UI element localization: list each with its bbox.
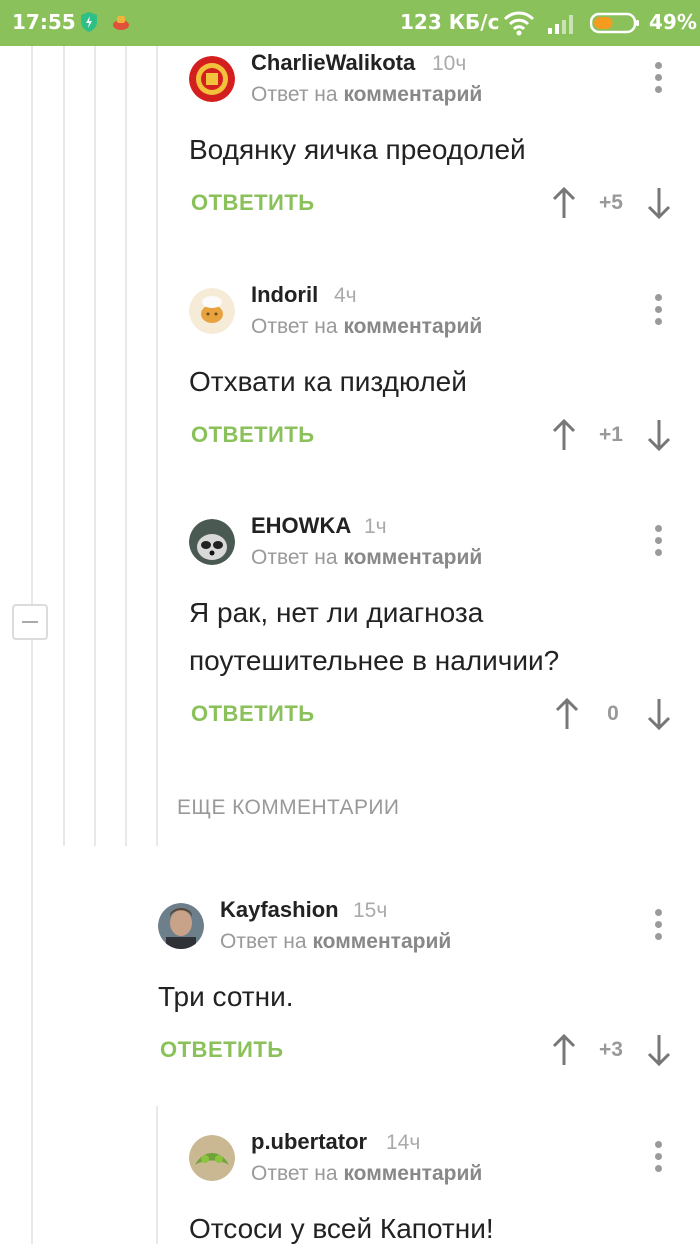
comment-menu-icon[interactable] [655,62,663,96]
reply-prefix: Ответ на [251,546,338,569]
thread-line [31,46,33,1244]
collapse-thread-button[interactable] [12,604,48,640]
comment: EHOWKA 1ч Ответ на комментарий Я рак, не… [189,513,689,733]
downvote-arrow-icon[interactable] [646,1033,672,1067]
upvote-arrow-icon[interactable] [551,1033,577,1067]
comment: CharlieWalikota 10ч Ответ на комментарий… [189,50,689,230]
comment-menu-icon[interactable] [655,1141,663,1175]
rating-value: +3 [599,1038,623,1061]
battery-percent: 49% [649,10,697,34]
battery-icon [590,12,639,34]
reply-prefix: Ответ на [220,930,307,953]
status-time: 17:55 [12,10,76,34]
comment: p.ubertator 14ч Ответ на комментарий Отс… [189,1129,689,1244]
comment-time: 1ч [364,515,387,538]
comment-time: 10ч [432,52,467,75]
reply-prefix: Ответ на [251,1162,338,1185]
reply-to-label: Ответ на комментарий [251,315,482,339]
avatar[interactable] [189,56,235,102]
status-bar: 17:55 123 КБ/с 49% [0,0,700,46]
reply-to-label: Ответ на комментарий [251,1162,482,1186]
app-notification-icon [113,16,129,30]
reply-to-label: Ответ на комментарий [220,930,451,954]
thread-line [94,46,96,846]
comment-text: Водянку яичка преодолей [189,134,526,165]
reply-button[interactable]: ОТВЕТИТЬ [191,190,315,216]
avatar[interactable] [189,288,235,334]
comment-time: 15ч [353,899,388,922]
reply-to-label: Ответ на комментарий [251,546,482,570]
avatar[interactable] [189,519,235,565]
comment: Kayfashion 15ч Ответ на комментарий Три … [158,897,689,1077]
thread-line [125,46,127,846]
reply-prefix: Ответ на [251,83,338,106]
reply-target-link[interactable]: комментарий [343,83,482,106]
wifi-icon [503,11,535,36]
avatar[interactable] [158,903,204,949]
comment-time: 14ч [386,1131,421,1154]
reply-button[interactable]: ОТВЕТИТЬ [191,701,315,727]
rating-value: +1 [599,423,623,446]
comment-author[interactable]: Indoril [251,282,318,308]
rating-value: 0 [607,702,619,725]
reply-to-label: Ответ на комментарий [251,83,482,107]
comment-text: Отхвати ка пиздюлей [189,366,467,397]
reply-target-link[interactable]: комментарий [343,1162,482,1185]
upvote-arrow-icon[interactable] [551,186,577,220]
downvote-arrow-icon[interactable] [646,418,672,452]
upvote-arrow-icon[interactable] [554,697,580,731]
reply-prefix: Ответ на [251,315,338,338]
comment-menu-icon[interactable] [655,525,663,559]
security-shield-icon [81,12,97,32]
comment-author[interactable]: CharlieWalikota [251,50,415,76]
comment-author[interactable]: p.ubertator [251,1129,367,1155]
comment-author[interactable]: EHOWKA [251,513,351,539]
downvote-arrow-icon[interactable] [646,697,672,731]
reply-target-link[interactable]: комментарий [343,315,482,338]
more-comments-link[interactable]: ЕЩЕ КОММЕНТАРИИ [177,796,399,820]
comment-text: поутешительнее в наличии? [189,645,560,676]
downvote-arrow-icon[interactable] [646,186,672,220]
cell-signal-icon [548,15,573,34]
comment-text: Три сотни. [158,981,294,1012]
comment-menu-icon[interactable] [655,909,663,943]
thread-line [63,46,65,846]
reply-button[interactable]: ОТВЕТИТЬ [191,422,315,448]
thread-line [156,1106,158,1244]
comment-text: Отсоси у всей Капотни! [189,1213,494,1244]
comment-author[interactable]: Kayfashion [220,897,339,923]
reply-target-link[interactable]: комментарий [312,930,451,953]
thread-line [156,46,158,846]
network-speed: 123 КБ/с [400,10,500,34]
upvote-arrow-icon[interactable] [551,418,577,452]
avatar[interactable] [189,1135,235,1181]
comment-menu-icon[interactable] [655,294,663,328]
reply-button[interactable]: ОТВЕТИТЬ [160,1037,284,1063]
comment-text: Я рак, нет ли диагноза [189,597,484,628]
comment-time: 4ч [334,284,357,307]
rating-value: +5 [599,191,623,214]
comment: Indoril 4ч Ответ на комментарий Отхвати … [189,282,689,462]
reply-target-link[interactable]: комментарий [343,546,482,569]
